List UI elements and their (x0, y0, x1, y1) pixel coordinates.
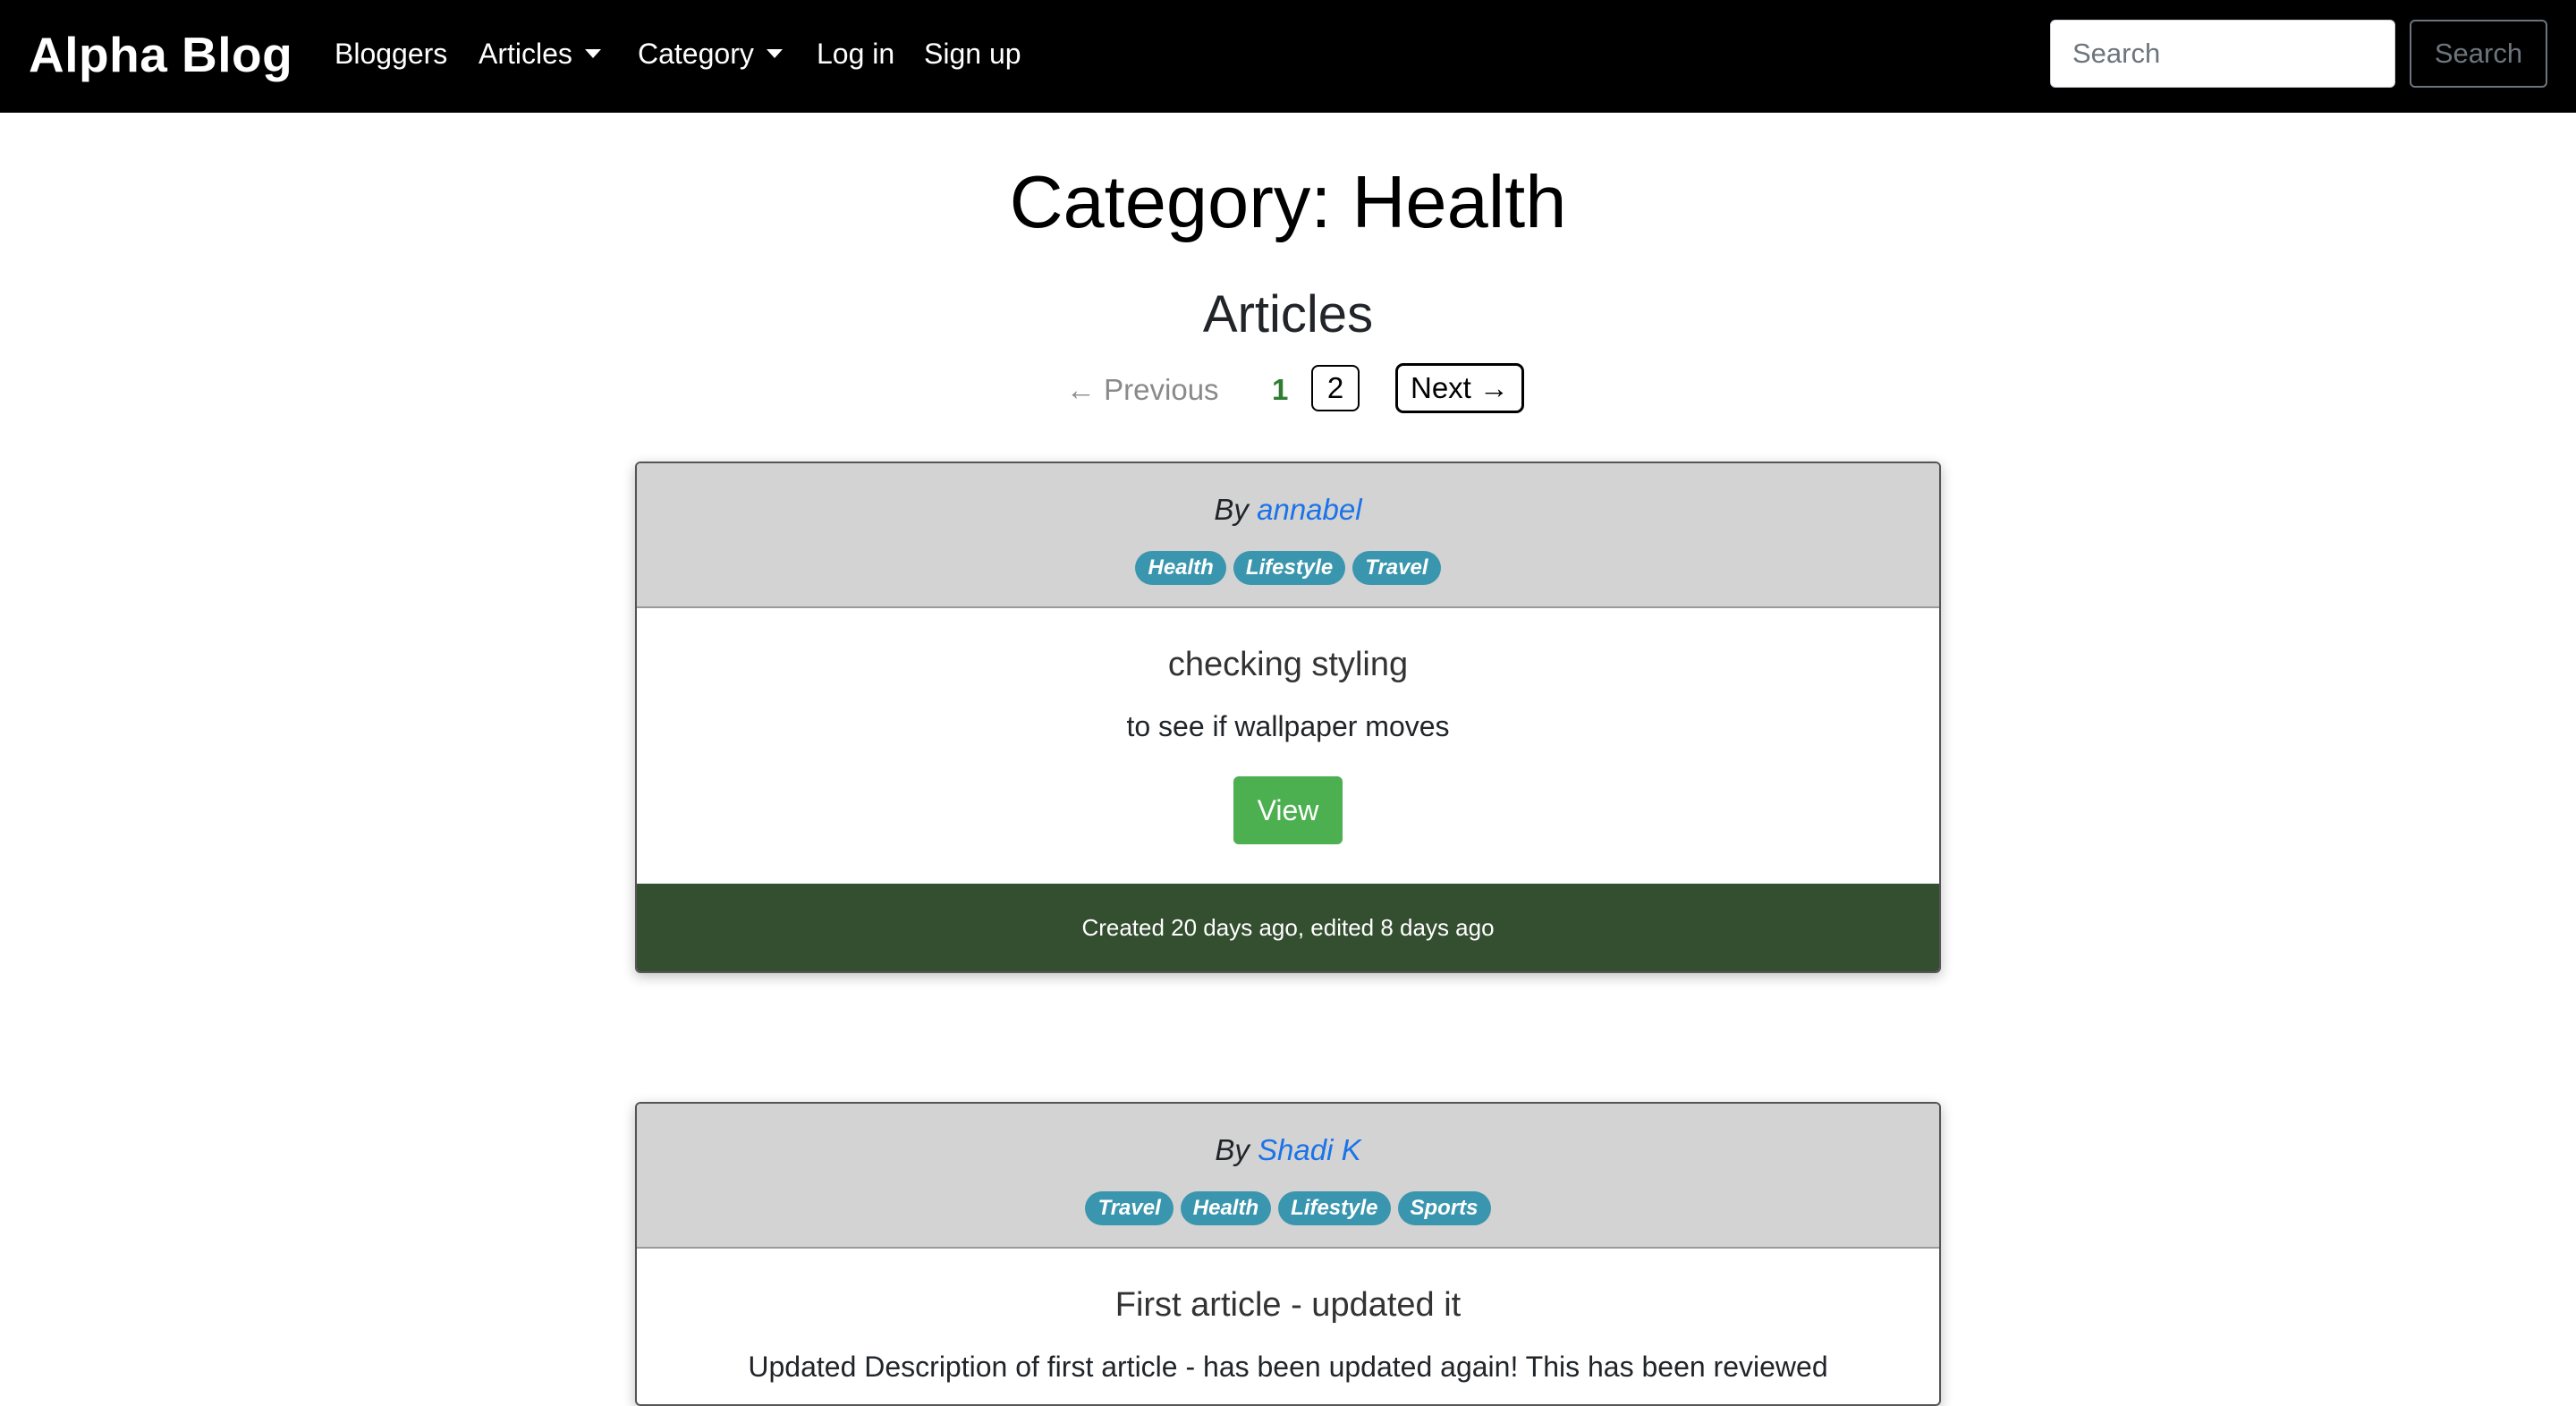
brand-logo[interactable]: Alpha Blog (29, 25, 292, 84)
nav-link-login[interactable]: Log in (817, 34, 894, 73)
nav-link-signup[interactable]: Sign up (924, 34, 1021, 73)
article-card: By Shadi K Travel Health Lifestyle Sport… (635, 1102, 1941, 1406)
category-badge[interactable]: Lifestyle (1278, 1191, 1391, 1225)
category-badges: Health Lifestyle Travel (637, 551, 1939, 585)
nav-dropdown-articles[interactable]: Articles (479, 34, 601, 73)
next-page-link[interactable]: Next → (1395, 363, 1524, 413)
previous-page-link: ← Previous (1066, 373, 1219, 406)
page-title: Category: Health (1009, 160, 1567, 243)
navbar: Alpha Blog Bloggers Articles Category Lo… (0, 0, 2576, 113)
card-body: checking styling to see if wallpaper mov… (637, 608, 1939, 884)
view-article-button[interactable]: View (1233, 776, 1343, 844)
category-badge[interactable]: Travel (1085, 1191, 1174, 1225)
category-badge[interactable]: Travel (1352, 551, 1441, 585)
author-link[interactable]: Shadi K (1258, 1133, 1361, 1166)
search-button[interactable]: Search (2410, 20, 2547, 88)
nav-articles-label: Articles (479, 38, 572, 70)
by-prefix: By (1215, 1133, 1258, 1166)
card-header: By Shadi K Travel Health Lifestyle Sport… (637, 1104, 1939, 1249)
category-badges: Travel Health Lifestyle Sports (637, 1191, 1939, 1225)
search-input[interactable] (2050, 20, 2395, 88)
current-page: 1 (1272, 373, 1289, 406)
category-badge[interactable]: Sports (1397, 1191, 1491, 1225)
article-title: First article - updated it (1114, 1286, 1462, 1324)
nav-link-bloggers[interactable]: Bloggers (335, 34, 447, 73)
card-body: First article - updated it Updated Descr… (637, 1249, 1939, 1404)
chevron-down-icon (584, 48, 601, 58)
by-prefix: By (1214, 493, 1258, 526)
byline: By Shadi K (637, 1131, 1939, 1170)
article-description: to see if wallpaper moves (1126, 710, 1450, 742)
article-description: Updated Description of first article - h… (748, 1351, 1828, 1383)
category-badge[interactable]: Health (1135, 551, 1226, 585)
nav-category-label: Category (638, 38, 754, 70)
article-title: checking styling (1167, 646, 1409, 683)
byline: By annabel (637, 490, 1939, 529)
category-badge[interactable]: Health (1180, 1191, 1272, 1225)
card-footer-timestamps: Created 20 days ago, edited 8 days ago (637, 884, 1939, 971)
author-link[interactable]: annabel (1257, 493, 1361, 526)
section-title: Articles (1202, 285, 1374, 343)
card-header: By annabel Health Lifestyle Travel (637, 463, 1939, 608)
nav-dropdown-category[interactable]: Category (638, 34, 783, 73)
article-card: By annabel Health Lifestyle Travel check… (635, 462, 1941, 973)
page-link-2[interactable]: 2 (1311, 365, 1360, 411)
category-badge[interactable]: Lifestyle (1233, 551, 1346, 585)
chevron-down-icon (766, 48, 783, 58)
